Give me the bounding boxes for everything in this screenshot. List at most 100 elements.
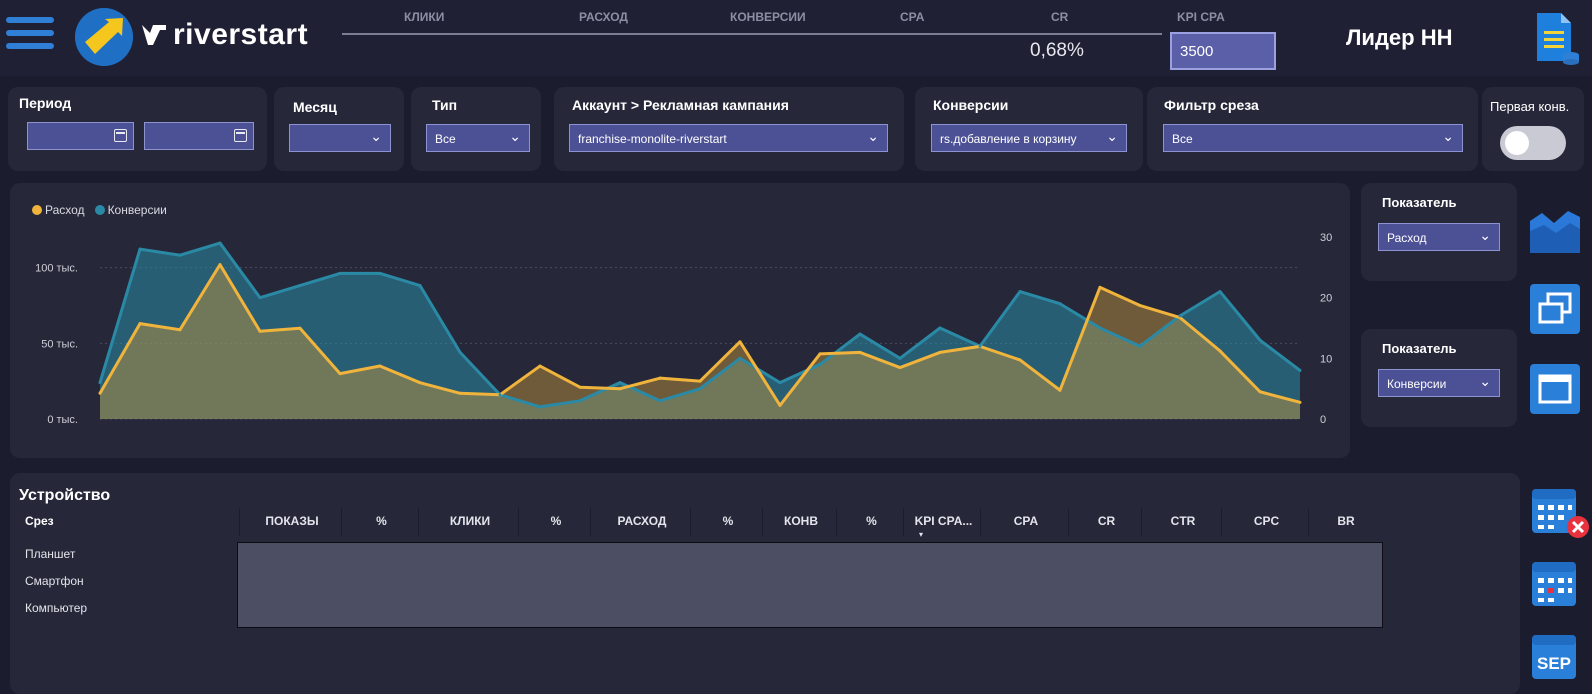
spend-point[interactable] <box>658 376 662 380</box>
spend-point[interactable] <box>578 385 582 389</box>
spend-point[interactable] <box>1018 358 1022 362</box>
calendar-icon[interactable] <box>1530 558 1580 608</box>
spend-point[interactable] <box>938 350 942 354</box>
copy-windows-icon[interactable] <box>1530 284 1580 334</box>
conversions-point[interactable] <box>978 344 982 348</box>
spend-point[interactable] <box>738 340 742 344</box>
slice-header: Срез <box>25 514 54 528</box>
spend-point[interactable] <box>178 328 182 332</box>
conversions-point[interactable] <box>1098 326 1102 330</box>
spend-point[interactable] <box>778 403 782 407</box>
spend-point[interactable] <box>458 391 462 395</box>
sep-calendar-icon[interactable]: SEP <box>1530 631 1580 681</box>
document-icon[interactable] <box>1533 11 1579 65</box>
conversions-point[interactable] <box>858 332 862 336</box>
conversions-point[interactable] <box>1258 338 1262 342</box>
first-conv-toggle[interactable] <box>1500 126 1566 160</box>
conversions-point[interactable] <box>378 271 382 275</box>
spend-point[interactable] <box>698 379 702 383</box>
spend-point[interactable] <box>618 387 622 391</box>
column-header[interactable]: % <box>343 514 420 528</box>
spend-point[interactable] <box>98 391 102 395</box>
conversions-point[interactable] <box>178 253 182 257</box>
conversions-point[interactable] <box>458 350 462 354</box>
column-header[interactable]: КОНВ <box>764 514 838 528</box>
column-header[interactable]: % <box>692 514 764 528</box>
column-header[interactable]: РАСХОД <box>592 514 692 528</box>
conversions-point[interactable] <box>298 284 302 288</box>
spend-point[interactable] <box>1258 390 1262 394</box>
spend-point[interactable] <box>818 352 822 356</box>
chevron-down-icon: ⌄ <box>1479 373 1491 389</box>
conversions-point[interactable] <box>1178 314 1182 318</box>
conversions-point[interactable] <box>618 381 622 385</box>
column-header[interactable]: КЛИКИ <box>420 514 520 528</box>
device-table-title: Устройство <box>19 487 111 504</box>
spend-point[interactable] <box>1218 349 1222 353</box>
spend-point[interactable] <box>418 381 422 385</box>
conversions-point[interactable] <box>578 399 582 403</box>
conversions-point[interactable] <box>498 393 502 397</box>
first-conv-label: Первая конв. <box>1490 99 1570 114</box>
conversions-point[interactable] <box>1138 344 1142 348</box>
conversions-point[interactable] <box>818 362 822 366</box>
spend-point[interactable] <box>1058 388 1062 392</box>
conversions-point[interactable] <box>538 405 542 409</box>
column-header[interactable]: CPC <box>1223 514 1310 528</box>
column-header[interactable]: KPI CPA... <box>905 514 982 528</box>
conversions-point[interactable] <box>738 356 742 360</box>
column-header[interactable]: BR <box>1310 514 1382 528</box>
spend-point[interactable] <box>538 364 542 368</box>
spend-point[interactable] <box>258 329 262 333</box>
area-chart-icon[interactable] <box>1530 203 1580 253</box>
conversions-point[interactable] <box>938 326 942 330</box>
spend-point[interactable] <box>378 364 382 368</box>
column-header[interactable]: ПОКАЗЫ <box>241 514 343 528</box>
spend-point[interactable] <box>898 366 902 370</box>
column-separator <box>518 508 519 536</box>
spend-point[interactable] <box>218 263 222 267</box>
y-right-tick-label: 20 <box>1320 293 1332 305</box>
conversions-point[interactable] <box>898 356 902 360</box>
column-header[interactable]: % <box>838 514 905 528</box>
table-row-label: Планшет <box>25 547 76 561</box>
conversions-point[interactable] <box>1018 290 1022 294</box>
conversions-point[interactable] <box>138 247 142 251</box>
indicator-dropdown-2[interactable]: Конверсии ⌄ <box>1378 369 1500 397</box>
sort-indicator-icon: ▾ <box>919 530 924 539</box>
spend-area <box>100 264 1300 419</box>
conversions-point[interactable] <box>218 241 222 245</box>
spend-point[interactable] <box>1138 304 1142 307</box>
column-header[interactable]: CR <box>1070 514 1143 528</box>
conversions-point[interactable] <box>1218 290 1222 294</box>
conversions-point[interactable] <box>1058 302 1062 306</box>
spend-point[interactable] <box>1298 400 1302 404</box>
conversions-point[interactable] <box>1298 368 1302 372</box>
window-icon[interactable] <box>1530 364 1580 414</box>
spend-point[interactable] <box>298 326 302 330</box>
column-header[interactable]: CPA <box>982 514 1070 528</box>
indicator-label-1: Показатель <box>1382 195 1457 210</box>
calendar-remove-icon[interactable] <box>1530 485 1589 538</box>
spend-point[interactable] <box>338 372 342 376</box>
indicator-dropdown-1[interactable]: Расход ⌄ <box>1378 223 1500 251</box>
column-header[interactable]: CTR <box>1143 514 1223 528</box>
conversions-point[interactable] <box>418 284 422 288</box>
area-chart: 0 тыс. 50 тыс. 100 тыс. 0 10 20 30 <box>35 232 1332 426</box>
spend-point[interactable] <box>138 322 142 326</box>
conversions-point[interactable] <box>258 296 262 300</box>
table-row-label: Смартфон <box>25 574 84 588</box>
conversions-point[interactable] <box>658 399 662 403</box>
y-right-tick-label: 0 <box>1320 414 1326 426</box>
indicator-value-2: Конверсии <box>1387 377 1447 391</box>
column-separator <box>590 508 591 536</box>
conversions-point[interactable] <box>698 387 702 391</box>
column-separator <box>1068 508 1069 536</box>
column-header[interactable]: % <box>520 514 592 528</box>
y-left-tick-label: 50 тыс. <box>41 338 78 350</box>
conversions-point[interactable] <box>338 271 342 275</box>
conversions-point[interactable] <box>98 381 102 385</box>
spend-point[interactable] <box>1098 285 1102 289</box>
spend-point[interactable] <box>858 350 862 354</box>
conversions-point[interactable] <box>778 381 782 385</box>
